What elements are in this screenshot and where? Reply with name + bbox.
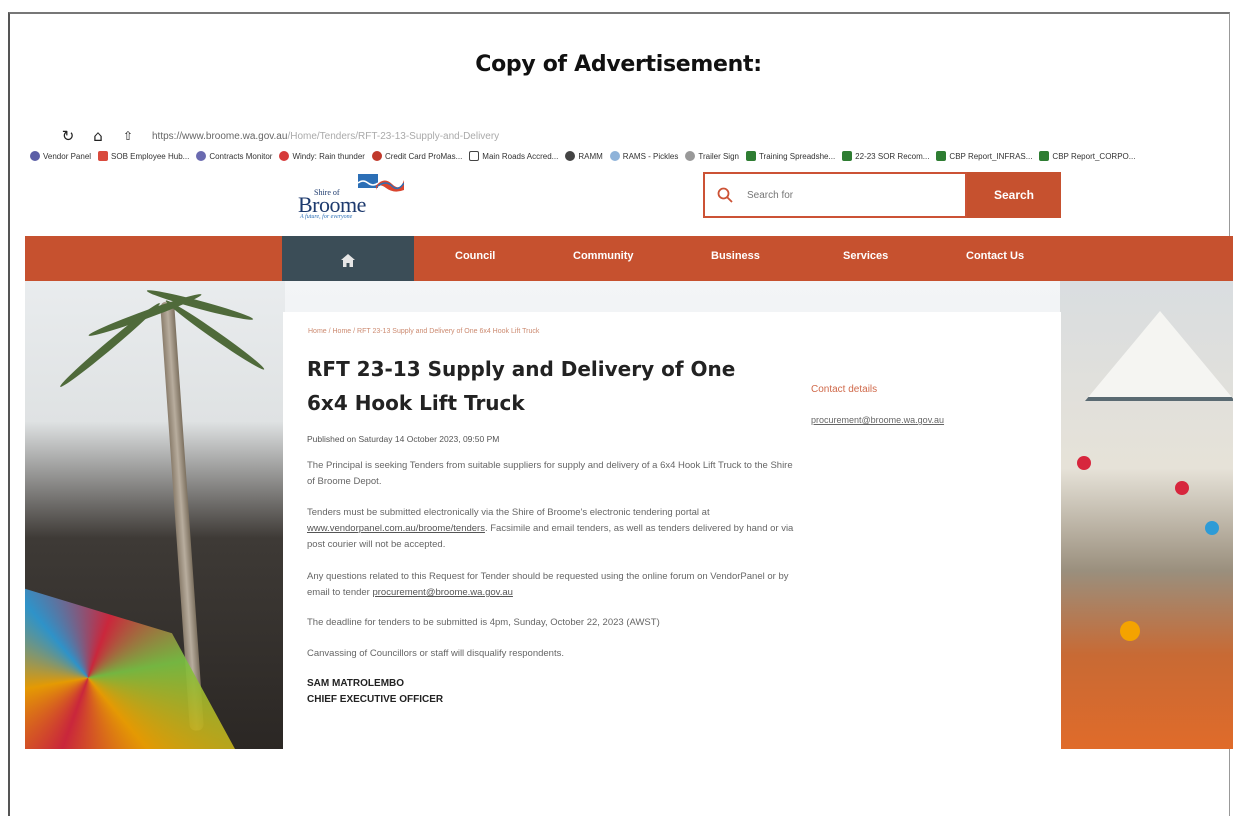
bookmark-item[interactable]: CBP Report_CORPO... [1039,151,1135,161]
bookmark-icon [469,151,480,161]
bookmark-icon [685,151,696,161]
article-paragraph-2: Tenders must be submitted electronically… [307,505,797,553]
paragraph-text: Tenders must be submitted electronically… [307,507,710,518]
nav-home[interactable] [282,236,414,285]
shire-logo[interactable]: Shire of Broome A future, for everyone [298,174,408,222]
bookmark-item[interactable]: RAMS - Pickles [609,151,679,161]
breadcrumb[interactable]: Home / Home / RFT 23-13 Supply and Deliv… [308,328,539,335]
bookmark-label: Main Roads Accred... [482,151,559,161]
article-paragraph-4: The deadline for tenders to be submitted… [307,617,660,628]
bookmark-item[interactable]: RAMM [565,151,603,161]
hero-ball [1205,521,1219,535]
bookmark-label: Windy: Rain thunder [292,151,365,161]
bookmark-icon [745,151,756,161]
logo-tagline: A future, for everyone [300,214,353,220]
bookmark-item[interactable]: 22-23 SOR Recom... [842,151,929,161]
url-bar[interactable]: https://www.broome.wa.gov.au/Home/Tender… [152,131,499,142]
article-card: Home / Home / RFT 23-13 Supply and Deliv… [283,312,1061,749]
bookmark-icon [1039,151,1050,161]
bookmark-icon [565,151,576,161]
bookmark-label: Contracts Monitor [209,151,273,161]
bookmark-item[interactable]: CBP Report_INFRAS... [936,151,1032,161]
bookmark-icon [936,151,947,161]
article-title: RFT 23-13 Supply and Delivery of One 6x4… [307,357,736,415]
share-icon[interactable]: ⇧ [120,129,136,143]
contact-details-heading: Contact details [811,384,878,395]
bookmark-label: RAMM [578,151,603,161]
bookmark-icon [196,151,207,161]
nav-community[interactable]: Community [573,250,634,262]
main-nav: Council Community Business Services Cont… [25,236,1233,285]
bookmark-item[interactable]: Main Roads Accred... [469,151,558,161]
bookmark-label: Trailer Sign [698,151,739,161]
hero-ball [1120,621,1140,641]
bookmark-item[interactable]: Windy: Rain thunder [279,151,365,161]
bookmark-icon [609,151,620,161]
bookmark-icon [842,151,853,161]
bookmark-label: CBP Report_CORPO... [1052,151,1136,161]
nav-council[interactable]: Council [455,250,495,262]
nav-services[interactable]: Services [843,250,888,262]
search-box [703,172,967,218]
bookmark-label: Vendor Panel [43,151,92,161]
bookmark-item[interactable]: Vendor Panel [30,151,91,161]
procurement-email-link[interactable]: procurement@broome.wa.gov.au [372,587,512,598]
article-paragraph-3: Any questions related to this Request fo… [307,569,797,601]
search-icon [717,187,733,203]
bookmark-icon [30,151,40,161]
reload-icon[interactable]: ↻ [60,127,76,145]
bookmark-label: RAMS - Pickles [622,151,679,161]
bookmark-label: Training Spreadshe... [758,151,836,161]
home-icon [341,254,355,267]
search-input[interactable] [747,189,947,201]
hero-ball [1077,456,1091,470]
bookmark-label: CBP Report_INFRAS... [949,151,1033,161]
nav-contact-us[interactable]: Contact Us [966,250,1024,262]
bookmark-item[interactable]: Trailer Sign [685,151,739,161]
bookmark-label: Credit Card ProMas... [384,151,463,161]
page-heading: Copy of Advertisement: [475,52,762,77]
signatory-title: CHIEF EXECUTIVE OFFICER [307,694,444,705]
browser-address-row: ↻ ⌂ ⇧ https://www.broome.wa.gov.au/Home/… [60,126,499,146]
signatory-name: SAM MATROLEMBO [307,678,405,689]
vendorpanel-link[interactable]: www.vendorpanel.com.au/broome/tenders [307,523,485,534]
contact-email-link[interactable]: procurement@broome.wa.gov.au [811,415,944,425]
search-button[interactable]: Search [967,172,1061,218]
nav-business[interactable]: Business [711,250,760,262]
published-date: Published on Saturday 14 October 2023, 0… [307,434,500,444]
bookmark-item[interactable]: Credit Card ProMas... [371,151,463,161]
hero-ball [1175,481,1189,495]
article-paragraph-1: The Principal is seeking Tenders from su… [307,460,793,487]
bookmark-item[interactable]: Training Spreadshe... [745,151,836,161]
home-browser-icon[interactable]: ⌂ [90,127,106,145]
bookmark-item[interactable]: SOB Employee Hub... [98,151,189,161]
bookmark-label: 22-23 SOR Recom... [855,151,930,161]
bookmark-icon [98,151,109,161]
url-host: https://www.broome.wa.gov.au [152,130,288,142]
bookmark-icon [371,151,382,161]
url-path: /Home/Tenders/RFT-23-13-Supply-and-Deliv… [287,130,500,142]
bookmark-label: SOB Employee Hub... [111,151,190,161]
bookmarks-bar: Vendor Panel SOB Employee Hub... Contracts… [30,148,1230,164]
bookmark-item[interactable]: Contracts Monitor [196,151,272,161]
article-paragraph-5: Canvassing of Councillors or staff will … [307,648,564,659]
bookmark-icon [279,151,290,161]
